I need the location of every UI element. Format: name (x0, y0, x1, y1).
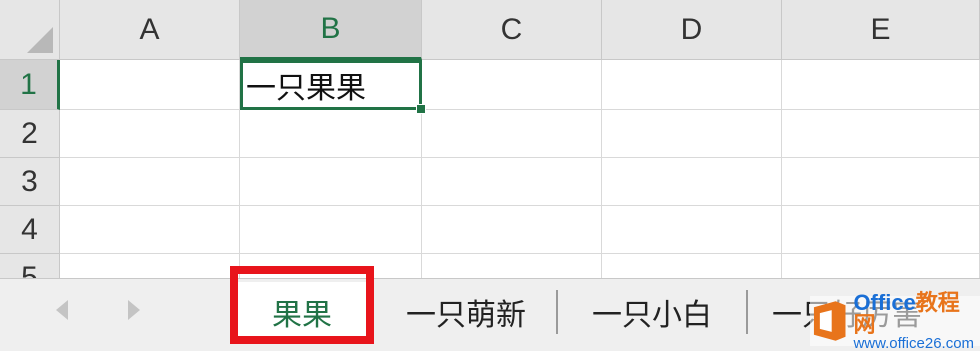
cell-d4[interactable] (602, 206, 782, 254)
sheet-tab-yizhi-mengxin[interactable]: 一只萌新 (380, 282, 552, 342)
office-logo-icon (813, 301, 846, 341)
cell-a3[interactable] (60, 158, 240, 206)
row-header-3[interactable]: 3 (0, 158, 60, 206)
cell-b3[interactable] (240, 158, 422, 206)
watermark-url: www.office26.com (853, 334, 975, 352)
select-all-corner[interactable] (0, 0, 60, 60)
column-header-b[interactable]: B (240, 0, 422, 60)
cell-b4[interactable] (240, 206, 422, 254)
column-header-d[interactable]: D (602, 0, 782, 60)
scroll-tabs-left-icon[interactable] (56, 300, 68, 320)
cell-a2[interactable] (60, 110, 240, 158)
row-header-2[interactable]: 2 (0, 110, 60, 158)
row-header-1[interactable]: 1 (0, 60, 60, 110)
cell-c1[interactable] (422, 60, 602, 110)
column-header-e[interactable]: E (782, 0, 980, 60)
cell-e1[interactable] (782, 60, 980, 110)
cell-c3[interactable] (422, 158, 602, 206)
column-header-a[interactable]: A (60, 0, 240, 60)
tab-separator (746, 290, 748, 334)
cell-d2[interactable] (602, 110, 782, 158)
watermark: Office教程网 www.office26.com (810, 291, 980, 351)
cell-a4[interactable] (60, 206, 240, 254)
cell-b1[interactable]: 一只果果 (240, 60, 422, 110)
cell-c2[interactable] (422, 110, 602, 158)
select-all-triangle-icon (27, 27, 53, 53)
cell-b2[interactable] (240, 110, 422, 158)
sheet-tab-yizhi-xiaobai[interactable]: 一只小白 (566, 282, 738, 342)
column-header-c[interactable]: C (422, 0, 602, 60)
cell-a1[interactable] (60, 60, 240, 110)
sheet-tab-guoguo[interactable]: 果果 (238, 282, 366, 342)
cell-c4[interactable] (422, 206, 602, 254)
tab-separator (556, 290, 558, 334)
row-header-4[interactable]: 4 (0, 206, 60, 254)
cell-e4[interactable] (782, 206, 980, 254)
cell-d1[interactable] (602, 60, 782, 110)
cell-e3[interactable] (782, 158, 980, 206)
fill-handle[interactable] (416, 104, 426, 114)
cell-d3[interactable] (602, 158, 782, 206)
scroll-tabs-right-icon[interactable] (128, 300, 140, 320)
cell-e2[interactable] (782, 110, 980, 158)
